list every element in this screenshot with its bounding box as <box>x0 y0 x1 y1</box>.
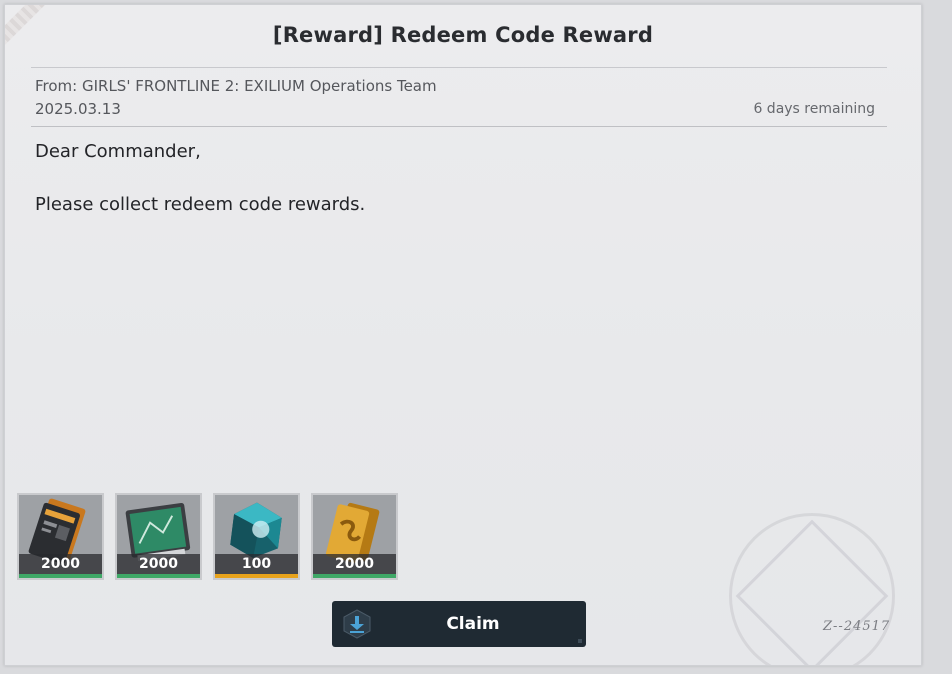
mail-date: 2025.03.13 <box>35 100 121 118</box>
mail-greeting: Dear Commander, <box>35 141 201 162</box>
rarity-bar <box>19 574 102 578</box>
reward-item[interactable]: 2000 <box>311 493 398 580</box>
seal-stamp-icon <box>729 513 895 665</box>
button-corner-mark <box>578 639 582 643</box>
claim-button[interactable]: Claim <box>332 601 586 647</box>
reward-item[interactable]: 2000 <box>17 493 104 580</box>
claim-label: Claim <box>446 614 500 634</box>
reward-quantity: 2000 <box>19 554 102 574</box>
mail-message: Please collect redeem code rewards. <box>35 194 366 215</box>
reward-quantity: 2000 <box>313 554 396 574</box>
reward-list: 2000 2000 100 2000 <box>17 493 398 580</box>
reward-item[interactable]: 2000 <box>115 493 202 580</box>
mail-panel: [Reward] Redeem Code Reward From: GIRLS'… <box>4 4 922 666</box>
signature: Z--24517 <box>823 619 891 634</box>
rarity-bar <box>117 574 200 578</box>
mail-sender: From: GIRLS' FRONTLINE 2: EXILIUM Operat… <box>35 77 437 95</box>
reward-item[interactable]: 100 <box>213 493 300 580</box>
expiry-remaining: 6 days remaining <box>753 101 875 117</box>
reward-quantity: 100 <box>215 554 298 574</box>
mail-title: [Reward] Redeem Code Reward <box>272 23 654 47</box>
rarity-bar <box>215 574 298 578</box>
rarity-bar <box>313 574 396 578</box>
reward-quantity: 2000 <box>117 554 200 574</box>
divider <box>31 67 887 68</box>
divider <box>31 126 887 127</box>
